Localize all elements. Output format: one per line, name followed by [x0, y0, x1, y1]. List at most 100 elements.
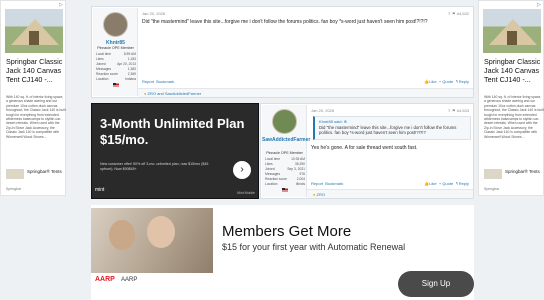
left-side-ad[interactable]: ▷ Springbar Classic Jack 140 Canvas Tent… — [0, 0, 66, 196]
username[interactable]: SawAddictedFarmer — [262, 137, 310, 143]
stat-row: Reaction score 2,004 — [265, 177, 305, 181]
stat-row: Location Indiana — [96, 77, 136, 81]
post-actions: Report Bookmark — [311, 181, 343, 186]
post-number[interactable]: #4,633 — [457, 108, 469, 113]
post-date[interactable]: Jan 20, 2026 — [142, 11, 165, 16]
stat-label: Likes — [265, 162, 273, 166]
tent-image[interactable] — [5, 9, 63, 53]
us-flag-icon — [282, 188, 288, 192]
post-date[interactable]: Jan 20, 2026 — [311, 108, 334, 113]
share-icon[interactable]: ⇪ — [448, 108, 451, 113]
bookmark-link[interactable]: Bookmark — [325, 181, 343, 186]
adchoices-icon[interactable]: ▷ — [59, 2, 63, 8]
stat-row: Joined Apr 20, 2013 — [96, 62, 136, 66]
share-icon[interactable]: ⇪ — [448, 11, 451, 16]
forum-post: SawAddictedFarmer Pinnacle OPE Member Lo… — [260, 103, 474, 199]
reaction-bar[interactable]: ● ZRO and SawAddictedFarmer — [138, 88, 473, 97]
reply-button[interactable]: Reply — [459, 79, 469, 84]
aarp-logo: AARP — [95, 276, 115, 283]
like-reaction-icon: ● — [313, 192, 316, 197]
ad-description: With 140 sq. ft. of interior living spac… — [6, 95, 66, 139]
reply-button[interactable]: Reply — [459, 181, 469, 186]
like-reaction-icon: ● — [144, 91, 147, 96]
sign-up-button[interactable]: Sign Up — [398, 271, 474, 297]
reaction-bar[interactable]: ● ZRO — [307, 189, 473, 198]
stat-row: Messages 1,383 — [96, 67, 136, 71]
stat-row: Likes 1,183 — [96, 57, 136, 61]
stat-row: Local time 10:35 AM — [265, 157, 305, 161]
us-flag-icon — [113, 83, 119, 87]
stat-value: 1,383 — [127, 67, 136, 71]
adchoices-icon[interactable]: ▷ — [537, 2, 541, 8]
stat-label: Joined — [96, 62, 106, 66]
ad-headline[interactable]: 3-Month Unlimited Plan $15/mo. — [100, 116, 258, 148]
mint-logo: mint — [95, 187, 105, 193]
quote-author[interactable]: Khntr85 said: ⊕ — [319, 119, 347, 124]
ad-brand: AARP — [121, 277, 138, 283]
stat-label: Location — [96, 77, 109, 81]
quote-block[interactable]: Khntr85 said: ⊕ Did "the mastermind" lea… — [313, 116, 471, 140]
bookmark-icon[interactable]: ⚑ — [452, 11, 456, 16]
brand-logo — [6, 169, 24, 179]
stat-value: 1,183 — [127, 57, 136, 61]
stat-value: 10:35 AM — [291, 157, 305, 161]
user-role: Pinnacle OPE Member — [97, 46, 134, 50]
stat-label: Reaction score — [96, 72, 118, 76]
ad-brand[interactable]: Springbar® Tents — [505, 169, 540, 174]
report-link[interactable]: Report — [311, 181, 323, 186]
middle-ad[interactable]: 3-Month Unlimited Plan $15/mo. New custo… — [91, 103, 259, 199]
stat-value: 976 — [299, 172, 305, 176]
quote-button[interactable]: + Quote — [439, 79, 453, 84]
stat-row: Likes 38,390 — [265, 162, 305, 166]
like-button[interactable]: Like — [429, 79, 436, 84]
reaction-users[interactable]: ZRO — [317, 192, 325, 197]
quote-button[interactable]: + Quote — [439, 181, 453, 186]
reaction-users[interactable]: ZRO and SawAddictedFarmer — [148, 91, 202, 96]
stat-label: Messages — [265, 172, 281, 176]
stat-value: Sep 3, 2021 — [287, 167, 305, 171]
ad-headline[interactable]: Members Get More — [222, 223, 351, 240]
bookmark-icon[interactable]: ⚑ — [452, 108, 456, 113]
ad-footer: Springbar — [6, 187, 22, 191]
stat-label: Messages — [96, 67, 112, 71]
post-message: Did "the mastermind" leave this site...f… — [142, 19, 428, 25]
stat-label: Joined — [265, 167, 275, 171]
stat-label: Local time — [265, 157, 281, 161]
user-sidebar: SawAddictedFarmer Pinnacle OPE Member Lo… — [262, 105, 310, 197]
stat-label: Likes — [96, 57, 104, 61]
stat-row: Joined Sep 3, 2021 — [265, 167, 305, 171]
stat-value: Illinois — [295, 182, 305, 186]
right-side-ad[interactable]: ▷ Springbar Classic Jack 140 Canvas Tent… — [478, 0, 544, 196]
ad-description: With 140 sq. ft. of interior living spac… — [484, 95, 544, 139]
post-reply-actions: 👍Like + Quote ↰Reply — [424, 79, 469, 84]
bookmark-link[interactable]: Bookmark — [156, 79, 174, 84]
stat-value: 2,004 — [296, 177, 305, 181]
tent-image[interactable] — [483, 9, 541, 53]
stat-value: Apr 20, 2013 — [117, 62, 136, 66]
ad-photo[interactable] — [91, 208, 213, 273]
post-message: Yes he's gone. A for sale thread went so… — [311, 145, 418, 151]
stat-row: Location Illinois — [265, 182, 305, 186]
stat-row: Messages 976 — [265, 172, 305, 176]
ad-brand[interactable]: Springbar® Tents — [27, 169, 62, 174]
post-number[interactable]: #4,632 — [457, 11, 469, 16]
stat-label: Reaction score — [265, 177, 287, 181]
like-button[interactable]: Like — [429, 181, 436, 186]
user-sidebar: Khntr85 Pinnacle OPE Member Local time 8:… — [93, 8, 138, 96]
stat-row: Local time 8:59 AM — [96, 52, 136, 56]
stat-label: Local time — [96, 52, 112, 56]
report-link[interactable]: Report — [142, 79, 154, 84]
avatar[interactable] — [103, 12, 128, 37]
arrow-right-icon[interactable]: › — [233, 161, 251, 179]
post-header-icons: ⇪ ⚑ #4,632 — [448, 11, 469, 16]
ad-advertiser[interactable]: Mint Mobile — [237, 191, 255, 195]
ad-footer: Springbar — [484, 187, 500, 191]
ad-subtext: $15 for your first year with Automatic R… — [222, 242, 406, 252]
stat-value: 8:59 AM — [123, 52, 136, 56]
avatar[interactable] — [272, 109, 297, 134]
ad-title[interactable]: Springbar Classic Jack 140 Canvas Tent C… — [484, 57, 544, 84]
bottom-ad[interactable]: Members Get More $15 for your first year… — [91, 205, 474, 300]
ad-subtext: New customer offer! 50% off 3-mo. unlimi… — [100, 162, 209, 171]
ad-title[interactable]: Springbar Classic Jack 140 Canvas Tent C… — [6, 57, 66, 84]
post-header-icons: ⇪ ⚑ #4,633 — [448, 108, 469, 113]
